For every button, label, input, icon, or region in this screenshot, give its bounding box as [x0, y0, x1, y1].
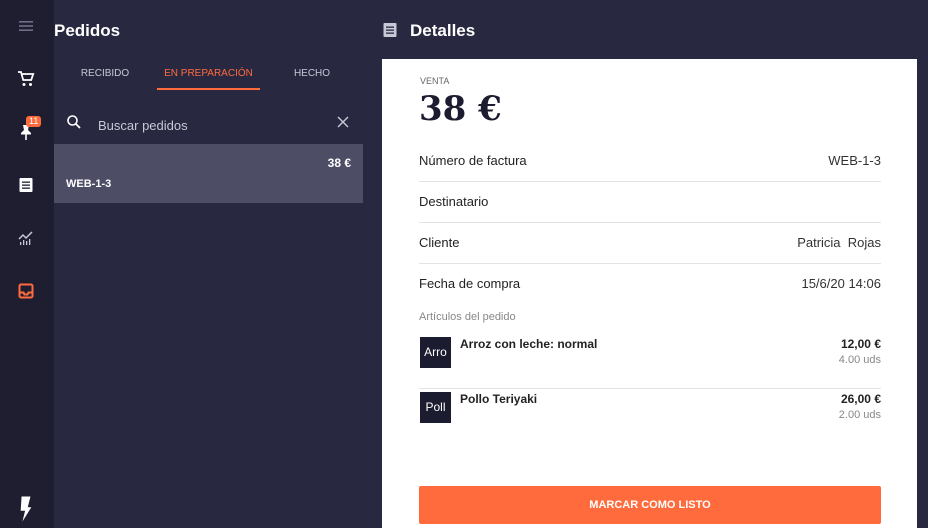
orders-title: Pedidos: [54, 21, 121, 40]
item-quantity: 4.00 uds: [838, 354, 881, 366]
item-thumbnail: Arro: [420, 337, 451, 368]
sale-label: VENTA: [420, 76, 450, 86]
clear-search-icon[interactable]: [336, 115, 350, 129]
item-quantity: 2.00 uds: [838, 409, 881, 421]
field-value: Patricia Rojas: [797, 235, 881, 250]
order-amount: 38 €: [327, 156, 351, 170]
mark-ready-button[interactable]: MARCAR COMO LISTO: [419, 486, 881, 524]
tab-hecho[interactable]: HECHO: [276, 60, 348, 90]
tab-en-preparacion[interactable]: EN PREPARACIÓN: [157, 60, 260, 90]
invoice-number-row: Número de factura WEB-1-3: [419, 141, 881, 182]
notification-badge: 11: [26, 116, 42, 127]
customer-row: Cliente Patricia Rojas: [419, 223, 881, 264]
item-name: Pollo Teriyaki: [460, 392, 538, 406]
orders-panel: Pedidos RECIBIDO EN PREPARACIÓN HECHO 38…: [54, 0, 363, 528]
order-details-card: VENTA 38 € Número de factura WEB-1-3 Des…: [382, 59, 917, 528]
order-list-item[interactable]: 38 € WEB-1-3: [54, 144, 363, 203]
item-price: 12,00 €: [840, 337, 881, 351]
search-input[interactable]: [98, 114, 318, 136]
order-item: Arro Arroz con leche: normal 12,00 € 4.0…: [419, 335, 881, 389]
cart-icon[interactable]: [15, 68, 37, 90]
search-icon: [66, 114, 82, 130]
item-name: Arroz con leche: normal: [460, 337, 598, 351]
sale-total: 38 €: [419, 89, 502, 129]
field-value: 15/6/20 14:06: [801, 276, 881, 291]
item-price: 26,00 €: [840, 392, 881, 406]
purchase-date-row: Fecha de compra 15/6/20 14:06: [419, 264, 881, 305]
menu-icon[interactable]: [15, 15, 37, 37]
field-label: Destinatario: [419, 194, 489, 209]
logo: [15, 496, 37, 522]
analytics-icon[interactable]: [15, 227, 37, 249]
receipt-icon: [382, 22, 398, 38]
field-label: Cliente: [419, 235, 460, 250]
order-id: WEB-1-3: [66, 178, 112, 190]
field-label: Fecha de compra: [419, 276, 521, 291]
navigation-rail: 11: [0, 0, 54, 528]
list-icon[interactable]: [15, 174, 37, 196]
field-value: WEB-1-3: [828, 153, 881, 168]
order-item: Poll Pollo Teriyaki 26,00 € 2.00 uds: [419, 390, 881, 444]
inbox-icon[interactable]: [15, 280, 37, 302]
item-thumbnail: Poll: [420, 392, 451, 423]
search-bar: [54, 106, 363, 142]
tab-recibido[interactable]: RECIBIDO: [70, 60, 140, 90]
recipient-row: Destinatario: [419, 182, 881, 223]
order-status-tabs: RECIBIDO EN PREPARACIÓN HECHO: [54, 60, 363, 90]
order-items-label: Artículos del pedido: [419, 311, 516, 323]
details-title: Detalles: [410, 21, 476, 40]
field-label: Número de factura: [419, 153, 527, 168]
